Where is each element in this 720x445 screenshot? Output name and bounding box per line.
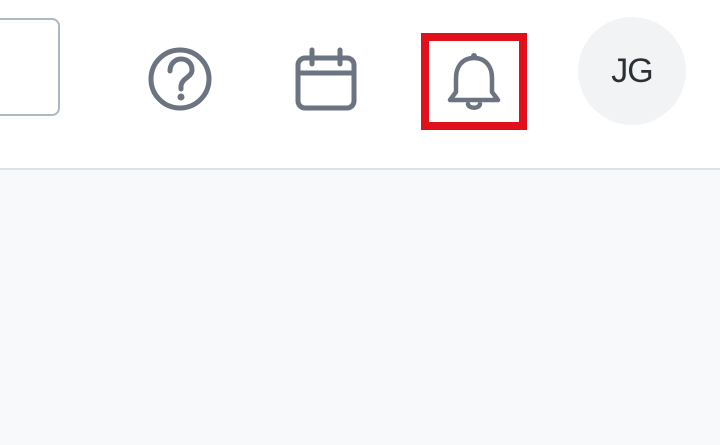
help-button[interactable] xyxy=(141,40,219,118)
main-content xyxy=(0,170,720,445)
top-bar: JG xyxy=(0,0,720,170)
search-input[interactable] xyxy=(0,18,60,116)
calendar-button[interactable] xyxy=(286,40,364,118)
avatar-initials: JG xyxy=(611,51,653,90)
help-circle-icon xyxy=(148,47,212,111)
highlight-box xyxy=(421,33,527,130)
calendar-icon xyxy=(295,47,357,111)
user-avatar[interactable]: JG xyxy=(578,17,686,125)
notifications-button[interactable] xyxy=(421,33,527,130)
